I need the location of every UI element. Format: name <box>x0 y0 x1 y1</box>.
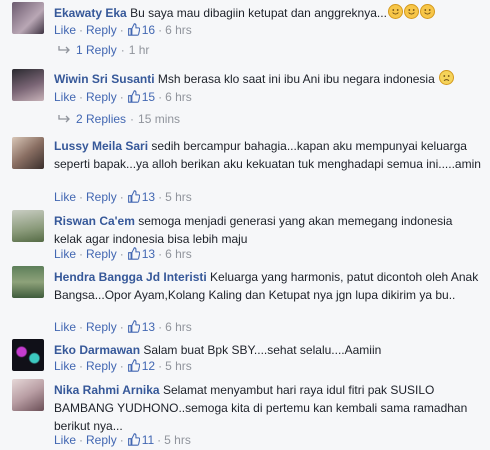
comment-actions: Like · Reply · 12 · 5 hrs <box>54 359 192 373</box>
thumbs-up-icon <box>127 23 140 36</box>
commenter-name[interactable]: Wiwin Sri Susanti <box>54 72 155 86</box>
like-link[interactable]: Like <box>54 190 76 204</box>
reply-link[interactable]: Reply <box>86 247 117 261</box>
like-link[interactable]: Like <box>54 433 76 447</box>
timestamp[interactable]: 6 hrs <box>165 23 192 37</box>
like-count[interactable]: 13 <box>127 247 155 261</box>
comment-text: Salam buat Bpk SBY....sehat selalu....Aa… <box>143 343 382 357</box>
like-count[interactable]: 13 <box>127 320 155 334</box>
thumbs-up-icon <box>127 190 140 203</box>
smile-emoji-icon <box>387 4 435 20</box>
avatar[interactable] <box>12 379 44 411</box>
avatar[interactable] <box>12 339 44 371</box>
reply-link[interactable]: Reply <box>86 320 117 334</box>
reply-link[interactable]: Reply <box>86 359 117 373</box>
like-link[interactable]: Like <box>54 90 76 104</box>
comment-body: Wiwin Sri Susanti Msh berasa klo saat in… <box>54 70 482 88</box>
timestamp[interactable]: 5 hrs <box>165 190 192 204</box>
replies-time: 1 hr <box>128 43 150 57</box>
comment-text: Msh berasa klo saat ini ibu Ani ibu nega… <box>157 72 435 86</box>
thumbs-up-icon <box>127 90 140 103</box>
like-link[interactable]: Like <box>54 359 76 373</box>
replies-count[interactable]: 1 Reply <box>76 43 117 57</box>
like-count[interactable]: 12 <box>127 359 155 373</box>
thumbs-up-icon <box>127 247 140 260</box>
comment-text: Bu saya mau dibagiin ketupat dan anggrek… <box>130 6 387 20</box>
comment-actions: Like · Reply · 11 · 5 hrs <box>54 433 191 447</box>
commenter-name[interactable]: Riswan Ca'em <box>54 214 135 228</box>
timestamp[interactable]: 5 hrs <box>165 359 192 373</box>
avatar[interactable] <box>12 210 44 242</box>
comment-actions: Like · Reply · 13 · 5 hrs <box>54 190 192 204</box>
comment-body: Ekawaty Eka Bu saya mau dibagiin ketupat… <box>54 4 482 22</box>
like-count[interactable]: 16 <box>127 23 155 37</box>
timestamp[interactable]: 6 hrs <box>165 247 192 261</box>
reply-arrow-icon <box>58 46 70 54</box>
reply-arrow-icon <box>58 115 70 123</box>
timestamp[interactable]: 6 hrs <box>165 90 192 104</box>
thumbs-up-icon <box>127 359 140 372</box>
comment-body: Nika Rahmi Arnika Selamat menyambut hari… <box>54 381 482 435</box>
commenter-name[interactable]: Hendra Bangga Jd Interisti <box>54 270 207 284</box>
avatar[interactable] <box>12 266 44 298</box>
comment-actions: Like · Reply · 13 · 6 hrs <box>54 320 192 334</box>
like-link[interactable]: Like <box>54 320 76 334</box>
commenter-name[interactable]: Nika Rahmi Arnika <box>54 383 160 397</box>
replies-count[interactable]: 2 Replies <box>76 112 126 126</box>
commenter-name[interactable]: Lussy Meila Sari <box>54 139 148 153</box>
comment-body: Riswan Ca'em semoga menjadi generasi yan… <box>54 212 482 248</box>
view-replies-link[interactable]: 1 Reply · 1 hr <box>58 41 149 59</box>
avatar[interactable] <box>12 69 44 101</box>
comment-actions: Like · Reply · 16 · 6 hrs <box>54 23 192 37</box>
avatar[interactable] <box>12 137 44 169</box>
thumbs-up-icon <box>127 320 140 333</box>
timestamp[interactable]: 5 hrs <box>164 433 191 447</box>
comment-actions: Like · Reply · 13 · 6 hrs <box>54 247 192 261</box>
view-replies-link[interactable]: 2 Replies · 15 mins <box>58 110 180 128</box>
reply-link[interactable]: Reply <box>86 190 117 204</box>
like-link[interactable]: Like <box>54 247 76 261</box>
reply-link[interactable]: Reply <box>86 433 117 447</box>
like-count[interactable]: 13 <box>127 190 155 204</box>
like-link[interactable]: Like <box>54 23 76 37</box>
reply-link[interactable]: Reply <box>86 90 117 104</box>
timestamp[interactable]: 6 hrs <box>165 320 192 334</box>
thumbs-up-icon <box>127 433 140 446</box>
sad-emoji-icon <box>439 70 455 85</box>
comment-body: Lussy Meila Sari sedih bercampur bahagia… <box>54 137 482 173</box>
commenter-name[interactable]: Eko Darmawan <box>54 343 140 357</box>
commenter-name[interactable]: Ekawaty Eka <box>54 6 127 20</box>
reply-link[interactable]: Reply <box>86 23 117 37</box>
comment-actions: Like · Reply · 15 · 6 hrs <box>54 90 192 104</box>
replies-time: 15 mins <box>138 112 181 126</box>
avatar[interactable] <box>12 2 44 34</box>
like-count[interactable]: 15 <box>127 90 155 104</box>
like-count[interactable]: 11 <box>127 433 154 447</box>
comment-body: Hendra Bangga Jd Interisti Keluarga yang… <box>54 268 482 304</box>
